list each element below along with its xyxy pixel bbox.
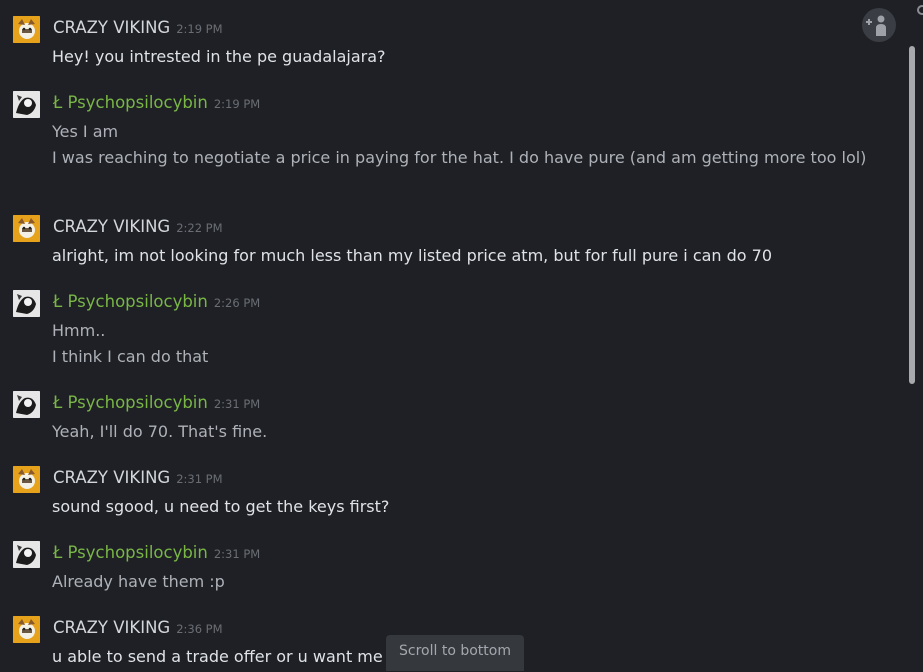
message-text: sound sgood, u need to get the keys firs… bbox=[52, 497, 390, 516]
message-time: 2:26 PM bbox=[213, 296, 261, 310]
avatar[interactable] bbox=[13, 391, 40, 418]
message-time: 2:36 PM bbox=[176, 622, 223, 636]
sender-name[interactable]: CRAZY VIKING bbox=[53, 217, 170, 236]
avatar[interactable] bbox=[13, 466, 40, 493]
message-text: Yeah, I'll do 70. That's fine. bbox=[52, 422, 268, 441]
avatar[interactable] bbox=[13, 616, 40, 643]
scroll-to-bottom-button[interactable]: Scroll to bottom bbox=[386, 635, 524, 671]
avatar[interactable] bbox=[13, 16, 40, 43]
add-friend-button[interactable] bbox=[862, 8, 896, 42]
add-friend-icon bbox=[866, 15, 886, 36]
message-time: 2:31 PM bbox=[213, 547, 261, 561]
sender-name[interactable]: CRAZY VIKING bbox=[53, 18, 170, 37]
message-text: I think I can do that bbox=[52, 347, 209, 366]
avatar[interactable] bbox=[13, 91, 40, 118]
message-text: Hey! you intrested in the pe guadalajara… bbox=[52, 47, 386, 66]
message-text: Already have them :p bbox=[52, 572, 225, 591]
scrollbar-thumb[interactable] bbox=[909, 46, 915, 384]
settings-icon[interactable] bbox=[913, 0, 923, 20]
message-text: alright, im not looking for much less th… bbox=[52, 246, 773, 265]
message-time: 2:31 PM bbox=[176, 472, 223, 486]
avatar[interactable] bbox=[13, 541, 40, 568]
sender-name[interactable]: CRAZY VIKING bbox=[53, 468, 170, 487]
message-time: 2:19 PM bbox=[176, 22, 223, 36]
avatar[interactable] bbox=[13, 215, 40, 242]
sender-name[interactable]: Ł Psychopsilocybin bbox=[53, 393, 208, 412]
sender-name[interactable]: Ł Psychopsilocybin bbox=[53, 543, 208, 562]
message-text: I was reaching to negotiate a price in p… bbox=[52, 148, 867, 167]
message-text: Yes I am bbox=[52, 122, 119, 141]
avatar[interactable] bbox=[13, 290, 40, 317]
message-time: 2:22 PM bbox=[176, 221, 223, 235]
sender-name[interactable]: Ł Psychopsilocybin bbox=[53, 93, 208, 112]
chat-log: CRAZY VIKING 2:19 PM Hey! you intrested i… bbox=[0, 0, 905, 672]
message-time: 2:19 PM bbox=[213, 97, 261, 111]
message-time: 2:31 PM bbox=[213, 397, 261, 411]
sender-name[interactable]: Ł Psychopsilocybin bbox=[53, 292, 208, 311]
sender-name[interactable]: CRAZY VIKING bbox=[53, 618, 170, 637]
message-text: Hmm.. bbox=[52, 321, 106, 340]
